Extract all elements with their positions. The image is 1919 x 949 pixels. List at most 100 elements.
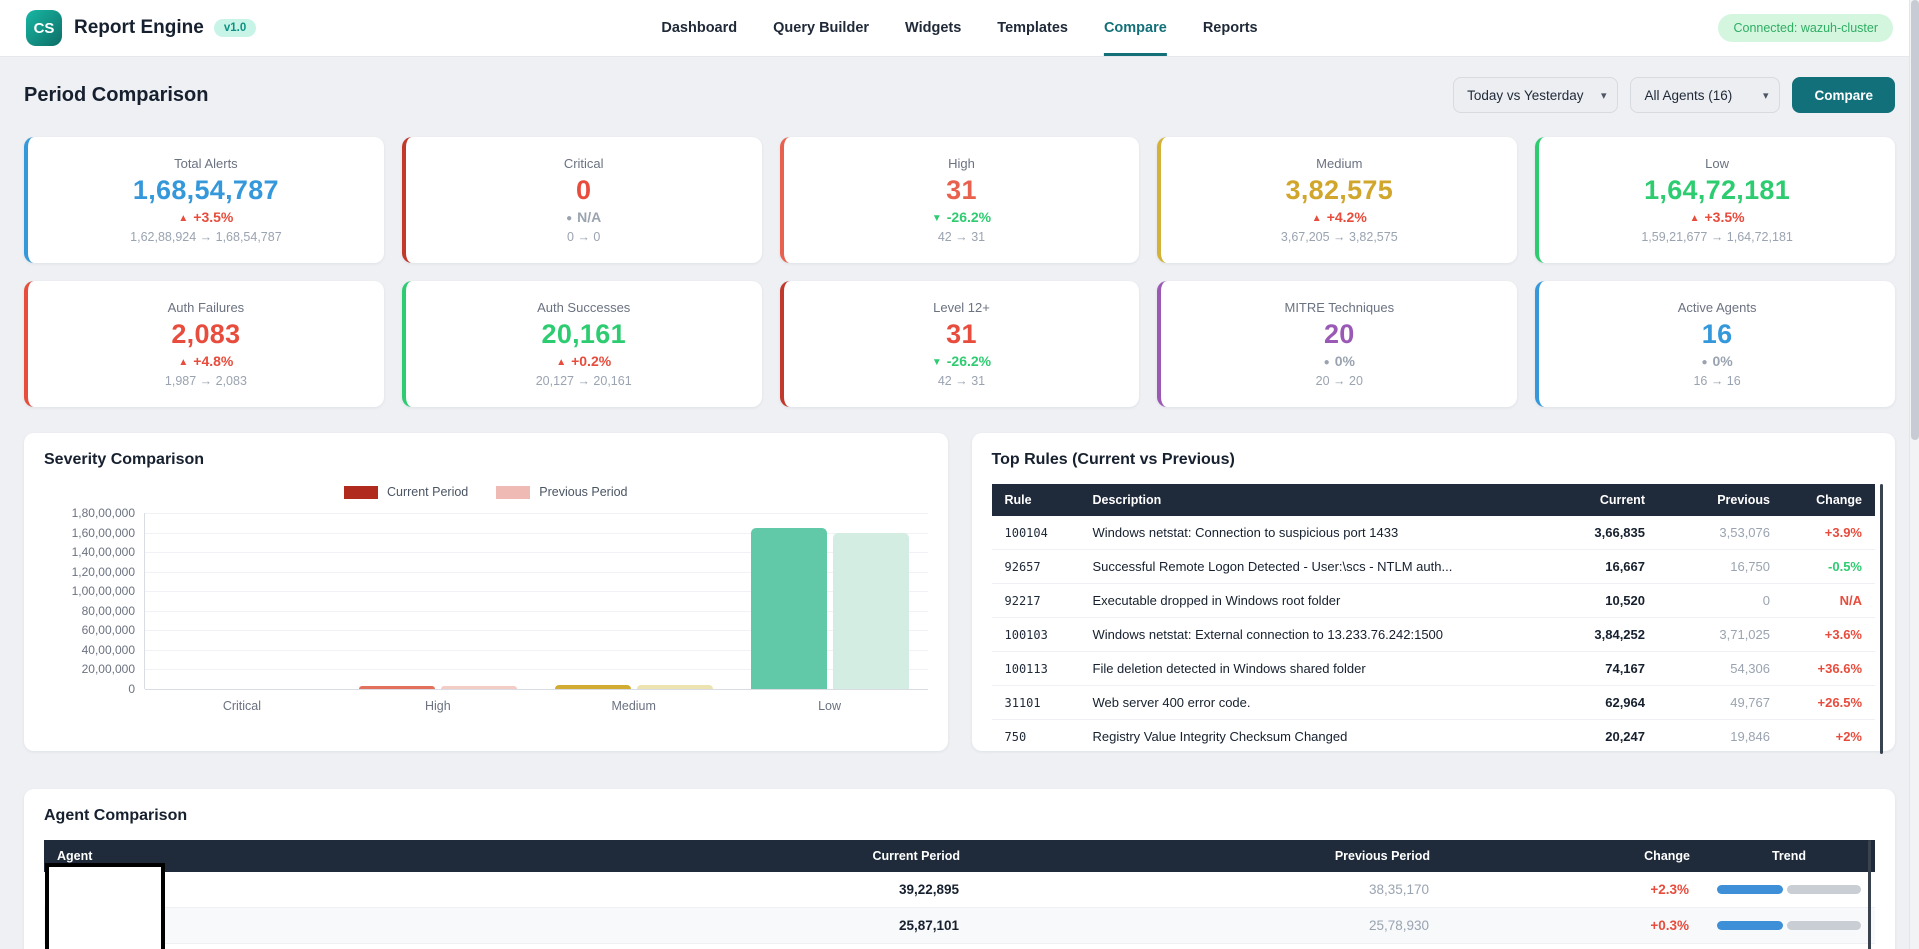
- table-row: 100113 File deletion detected in Windows…: [992, 652, 1876, 686]
- rule-change: N/A: [1783, 584, 1875, 618]
- rule-id: 100113: [992, 652, 1080, 686]
- main-nav: Dashboard Query Builder Widgets Template…: [661, 0, 1257, 56]
- table-row: 100104 Windows netstat: Connection to su…: [992, 516, 1876, 550]
- y-tick-label: 20,00,000: [82, 662, 135, 676]
- toolbar: Period Comparison Today vs Yesterday ▾ A…: [24, 77, 1895, 113]
- agent-previous: 20,96,916: [973, 944, 1443, 949]
- agent-table-body: 39,22,895 38,35,170 +2.3% 25,87,101 25,7…: [44, 872, 1875, 949]
- nav-reports[interactable]: Reports: [1203, 0, 1258, 56]
- col-trend: Trend: [1703, 840, 1875, 872]
- top-rules-body: 100104 Windows netstat: Connection to su…: [992, 516, 1876, 754]
- compare-button[interactable]: Compare: [1792, 77, 1895, 113]
- col-current: Current: [1543, 484, 1658, 516]
- agent-table-scrollbar[interactable]: [1868, 840, 1871, 949]
- metric-change: ▲+3.5%: [1690, 209, 1745, 225]
- metric-change: ▼-26.2%: [932, 353, 991, 369]
- rule-id: 100103: [992, 618, 1080, 652]
- legend-swatch-icon: [496, 486, 530, 499]
- metric-range: 20,127 → 20,161: [536, 374, 632, 388]
- agent-name: [44, 872, 853, 908]
- nav-query-builder[interactable]: Query Builder: [773, 0, 869, 56]
- rule-change: +26.5%: [1783, 686, 1875, 720]
- metric-label: Level 12+: [933, 300, 990, 315]
- rule-previous: 3,71,025: [1658, 618, 1783, 652]
- nav-widgets[interactable]: Widgets: [905, 0, 961, 56]
- page-scrollbar[interactable]: [1909, 0, 1919, 949]
- trend-direction-icon: ●: [1701, 357, 1707, 368]
- agent-current: 20,90,774: [853, 944, 973, 949]
- rule-previous: 49,767: [1658, 686, 1783, 720]
- trend-direction-icon: ●: [566, 213, 572, 224]
- version-badge: v1.0: [214, 19, 256, 37]
- metric-card: Medium 3,82,575 ▲+4.2% 3,67,205 → 3,82,5…: [1157, 137, 1517, 263]
- chart-y-axis: 1,80,00,0001,60,00,0001,40,00,0001,20,00…: [44, 513, 144, 689]
- metric-range: 0 → 0: [567, 230, 600, 244]
- agents-select-value: All Agents (16): [1644, 88, 1732, 103]
- period-select-value: Today vs Yesterday: [1467, 88, 1583, 103]
- top-rules-table: Rule Description Current Previous Change…: [992, 484, 1876, 754]
- metric-value: 2,083: [171, 320, 240, 348]
- agents-select[interactable]: All Agents (16) ▾: [1630, 77, 1780, 113]
- metric-value: 31: [946, 176, 977, 204]
- agent-name: [44, 944, 853, 949]
- table-row: 92657 Successful Remote Logon Detected -…: [992, 550, 1876, 584]
- metric-range: 1,62,88,924 → 1,68,54,787: [130, 230, 282, 244]
- rule-change: +36.6%: [1783, 652, 1875, 686]
- app-logo: CS: [26, 10, 62, 46]
- severity-comparison-panel: Severity Comparison Current PeriodPrevio…: [24, 433, 948, 751]
- rule-description: Registry Value Integrity Checksum Change…: [1080, 720, 1544, 754]
- rule-current: 20,247: [1543, 720, 1658, 754]
- metric-range: 16 → 16: [1693, 374, 1740, 388]
- rule-current: 16,667: [1543, 550, 1658, 584]
- app-title: Report Engine: [74, 17, 204, 39]
- y-tick-label: 60,00,000: [82, 623, 135, 637]
- y-tick-label: 40,00,000: [82, 643, 135, 657]
- agent-change: +0.3%: [1443, 908, 1703, 944]
- rule-previous: 0: [1658, 584, 1783, 618]
- rule-current: 74,167: [1543, 652, 1658, 686]
- app-header: CS Report Engine v1.0 Dashboard Query Bu…: [0, 0, 1919, 57]
- agent-comparison-panel: Agent Comparison Agent Current Period Pr…: [24, 789, 1895, 949]
- rule-id: 100104: [992, 516, 1080, 550]
- metric-range: 42 → 31: [938, 230, 985, 244]
- metric-card: Active Agents 16 ●0% 16 → 16: [1535, 281, 1895, 407]
- page-scrollbar-thumb[interactable]: [1911, 0, 1919, 440]
- rules-table-scrollbar[interactable]: [1880, 484, 1883, 754]
- gridline: [145, 689, 928, 690]
- col-current-period: Current Period: [853, 840, 973, 872]
- chart-bars-area: [145, 513, 928, 689]
- toolbar-controls: Today vs Yesterday ▾ All Agents (16) ▾ C…: [1453, 77, 1895, 113]
- nav-dashboard[interactable]: Dashboard: [661, 0, 737, 56]
- trend-bar-remainder: [1787, 885, 1861, 894]
- metric-card: Total Alerts 1,68,54,787 ▲+3.5% 1,62,88,…: [24, 137, 384, 263]
- metric-range: 3,67,205 → 3,82,575: [1281, 230, 1398, 244]
- rule-previous: 16,750: [1658, 550, 1783, 584]
- metric-card: Auth Failures 2,083 ▲+4.8% 1,987 → 2,083: [24, 281, 384, 407]
- metric-range: 1,987 → 2,083: [165, 374, 247, 388]
- top-rules-panel: Top Rules (Current vs Previous) Rule Des…: [972, 433, 1896, 751]
- bar-group-medium: [536, 513, 732, 689]
- y-tick-label: 1,00,00,000: [72, 584, 135, 598]
- period-select[interactable]: Today vs Yesterday ▾: [1453, 77, 1618, 113]
- agent-comparison-table: Agent Current Period Previous Period Cha…: [44, 840, 1875, 949]
- col-change: Change: [1783, 484, 1875, 516]
- trend-direction-icon: ▲: [178, 357, 188, 368]
- metric-card: Low 1,64,72,181 ▲+3.5% 1,59,21,677 → 1,6…: [1535, 137, 1895, 263]
- metric-change: ▲+0.2%: [556, 353, 611, 369]
- rule-description: Windows netstat: Connection to suspiciou…: [1080, 516, 1544, 550]
- nav-templates[interactable]: Templates: [997, 0, 1068, 56]
- table-row: 25,87,101 25,78,930 +0.3%: [44, 908, 1875, 944]
- y-tick-label: 1,40,00,000: [72, 545, 135, 559]
- metric-label: MITRE Techniques: [1284, 300, 1394, 315]
- metric-label: Auth Failures: [168, 300, 245, 315]
- metric-value: 1,68,54,787: [133, 176, 279, 204]
- metric-label: Total Alerts: [174, 156, 238, 171]
- rule-current: 62,964: [1543, 686, 1658, 720]
- nav-compare[interactable]: Compare: [1104, 0, 1167, 56]
- metric-value: 0: [576, 176, 591, 204]
- rule-change: +3.9%: [1783, 516, 1875, 550]
- bar-group-low: [732, 513, 928, 689]
- table-row: 92217 Executable dropped in Windows root…: [992, 584, 1876, 618]
- trend-direction-icon: ▼: [932, 213, 942, 224]
- metric-value: 1,64,72,181: [1644, 176, 1790, 204]
